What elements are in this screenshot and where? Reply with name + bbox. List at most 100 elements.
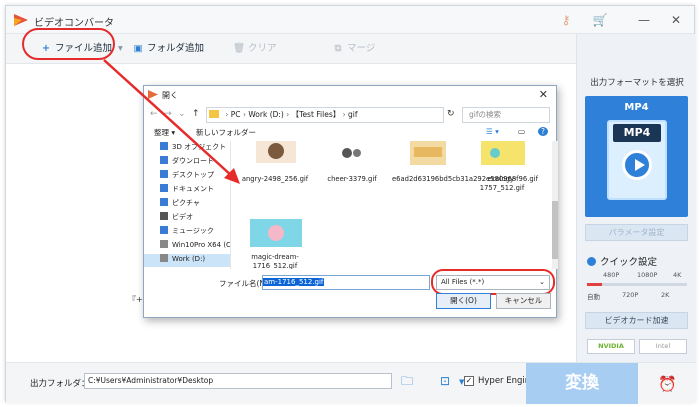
gif-thumbnail-icon [480, 141, 525, 165]
alarm-icon[interactable]: ⏰ [658, 375, 677, 393]
organize-menu[interactable]: 整理 ▾ [154, 127, 175, 138]
scrollbar-thumb[interactable] [552, 201, 558, 259]
parameter-settings-button[interactable]: パラメータ設定 [585, 224, 688, 241]
back-arrow-icon[interactable]: ← [150, 109, 158, 119]
search-input[interactable]: gifの検索 [462, 107, 550, 123]
nav-item-pictures[interactable]: ピクチャ [160, 198, 200, 208]
folder-icon: ▣ [133, 43, 143, 54]
cancel-button[interactable]: キャンセル [496, 293, 551, 309]
help-icon[interactable]: ? [538, 127, 548, 136]
new-folder-button[interactable]: 新しいフォルダー [196, 127, 256, 138]
tick-1080p: 1080P [637, 271, 658, 279]
file-item[interactable]: cheer-3379.gif [317, 141, 387, 184]
file-list-scrollbar[interactable] [552, 141, 558, 269]
tick-2k: 2K [661, 291, 670, 299]
dialog-close-icon[interactable]: ✕ [539, 88, 548, 101]
open-button[interactable]: 開く(O) [436, 293, 491, 309]
format-title: 出力フォーマットを選択 [590, 78, 684, 88]
gif-thumbnail-icon [255, 141, 296, 163]
dialog-title-bar: 開く ✕ [144, 86, 556, 104]
mp4-file-label: MP4 [613, 124, 661, 142]
clear-button[interactable]: 🗑 クリア [233, 40, 277, 58]
key-icon[interactable]: ⚷ [558, 12, 574, 28]
drive-icon [160, 254, 168, 262]
gpu-acceleration-button[interactable]: ビデオカード加速 [585, 312, 688, 329]
dialog-app-icon [148, 90, 158, 99]
app-logo-icon [14, 14, 28, 26]
tick-720p: 720P [622, 291, 639, 299]
gif-thumbnail-icon [409, 141, 446, 165]
media-folder-icon[interactable]: ⊡ [438, 374, 452, 388]
nav-item-3d[interactable]: 3D オブジェクト [160, 142, 226, 152]
breadcrumb-work[interactable]: Work (D:) [248, 110, 284, 119]
nav-item-music[interactable]: ミュージック [160, 226, 214, 236]
tick-4k: 4K [673, 271, 682, 279]
intel-badge: Intel [639, 339, 687, 354]
open-file-dialog: 開く ✕ ← → ⌄ ↑ › PC › Work (D:) › 【Test Fi… [143, 85, 558, 318]
document-icon [160, 184, 168, 192]
nvidia-badge: NVIDIA [587, 339, 635, 354]
nav-item-downloads[interactable]: ダウンロード [160, 156, 214, 166]
folder-icon [209, 110, 219, 118]
play-icon [622, 150, 652, 180]
breadcrumb-pc[interactable]: PC [231, 110, 241, 119]
quality-slider[interactable] [587, 283, 687, 286]
trash-icon: 🗑 [233, 43, 246, 54]
refresh-icon[interactable]: ↻ [447, 109, 455, 119]
file-item[interactable]: e6ad2d63196bd5cb31a292e580968f96.gif [392, 141, 538, 184]
dialog-title: 開く [162, 91, 178, 100]
title-bar: ビデオコンバータ ⚷ 🛒 — ✕ [6, 6, 694, 34]
command-bar: 整理 ▾ 新しいフォルダー ☰ ▾ ▭ ? [144, 125, 556, 139]
quick-settings-icon [587, 257, 596, 266]
address-row: ← → ⌄ ↑ › PC › Work (D:) › 【Test Files】 … [144, 105, 556, 125]
tick-480p: 480P [603, 271, 620, 279]
highlight-oval-add-file [22, 28, 115, 60]
breadcrumb-gif[interactable]: gif [348, 110, 358, 119]
format-name: MP4 [624, 102, 649, 113]
nav-item-d-drive[interactable]: Work (D:) [160, 254, 205, 263]
add-file-dropdown-icon[interactable]: ▾ [118, 40, 123, 58]
drive-icon [160, 240, 168, 248]
gif-thumbnail-icon [336, 141, 369, 163]
quick-settings-label: クイック設定 [587, 254, 657, 268]
nav-item-c-drive[interactable]: Win10Pro X64 (C [160, 240, 230, 249]
bottom-bar: 出力フォルダ： C:¥Users¥Administrator¥Desktop ▼ … [6, 362, 696, 404]
gif-thumbnail-icon [249, 219, 302, 247]
hyper-engine-checkbox[interactable]: ✓ [464, 376, 474, 386]
picture-icon [160, 198, 168, 206]
app-title: ビデオコンバータ [34, 18, 114, 29]
video-icon [160, 212, 168, 220]
file-item[interactable]: angry-2498_256.gif [240, 141, 310, 184]
cart-icon[interactable]: 🛒 [592, 12, 608, 28]
filename-input[interactable]: am-1716_512.gif [262, 275, 430, 290]
add-folder-button[interactable]: ▣ フォルダ追加 [132, 40, 205, 58]
nav-item-videos[interactable]: ビデオ [160, 212, 193, 222]
quality-slider-fill [587, 283, 602, 286]
address-bar[interactable]: › PC › Work (D:) › 【Test Files】 › gif [206, 107, 444, 123]
recent-dropdown-icon[interactable]: ⌄ [178, 109, 186, 119]
3d-objects-icon [160, 142, 168, 150]
file-item[interactable]: magic-dream-1716_512.gif [240, 219, 310, 269]
output-folder-label: 出力フォルダ： [30, 379, 90, 389]
format-card[interactable]: MP4 MP4 [585, 96, 688, 217]
music-icon [160, 226, 168, 234]
mp4-file-icon: MP4 [607, 120, 667, 200]
forward-arrow-icon[interactable]: → [164, 109, 172, 119]
merge-button[interactable]: ⧉ マージ [332, 40, 376, 58]
close-icon[interactable]: ✕ [668, 12, 684, 28]
file-item[interactable]: ecology-1757_512.gif [467, 141, 537, 193]
highlight-oval-file-type [431, 269, 555, 295]
file-grid: angry-2498_256.gif cheer-3379.gif e6ad2d… [232, 141, 552, 269]
minimize-icon[interactable]: — [636, 12, 652, 28]
nav-item-desktop[interactable]: デスクトップ [160, 170, 214, 180]
merge-icon: ⧉ [334, 43, 342, 54]
preview-pane-icon[interactable]: ▭ [518, 127, 525, 136]
view-icon[interactable]: ☰ ▾ [486, 127, 499, 136]
convert-button[interactable]: 変換 [526, 363, 638, 404]
download-icon [160, 156, 168, 164]
open-folder-icon[interactable]: 🗀 [400, 374, 414, 388]
nav-item-documents[interactable]: ドキュメント [160, 184, 214, 194]
output-folder-input[interactable]: C:¥Users¥Administrator¥Desktop ▼ [84, 373, 464, 389]
breadcrumb-test-files[interactable]: 【Test Files】 [292, 110, 341, 119]
up-arrow-icon[interactable]: ↑ [192, 109, 200, 119]
